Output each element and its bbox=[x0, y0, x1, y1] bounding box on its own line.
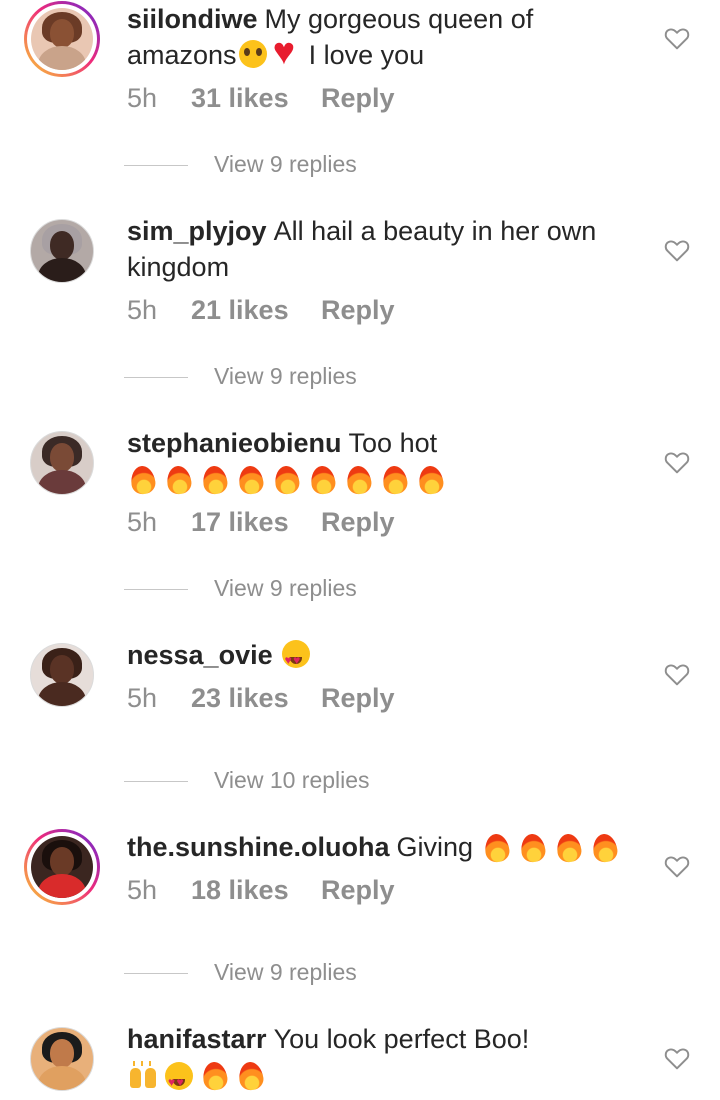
emoji-row bbox=[127, 463, 451, 499]
username[interactable]: sim_plyjoy bbox=[127, 216, 267, 246]
fire-icon bbox=[127, 464, 159, 496]
username[interactable]: nessa_ovie bbox=[127, 640, 273, 670]
heart-eyes-icon bbox=[163, 1060, 195, 1100]
comment-meta: 5h 18 likes Reply bbox=[127, 875, 395, 906]
timestamp: 5h bbox=[127, 83, 158, 113]
likes-count[interactable]: 18 likes bbox=[191, 875, 321, 906]
view-replies-label: View 9 replies bbox=[214, 959, 357, 985]
fire-icon bbox=[271, 464, 303, 496]
comment-body: Giving bbox=[396, 832, 474, 862]
likes-count[interactable]: 17 likes bbox=[191, 507, 321, 538]
fire-icon bbox=[307, 464, 339, 496]
comment-meta: 5h 21 likes Reply bbox=[127, 295, 395, 326]
fire-icon bbox=[199, 1060, 231, 1092]
heart-icon[interactable] bbox=[664, 238, 690, 262]
likes-count[interactable]: 21 likes bbox=[191, 295, 321, 326]
fire-icon bbox=[235, 464, 267, 496]
view-replies-button[interactable]: View 9 replies bbox=[124, 363, 357, 390]
comment-meta: 5h 31 likes Reply bbox=[127, 83, 395, 114]
comment-text: nessa_ovie bbox=[127, 637, 627, 678]
red-heart-icon bbox=[273, 32, 305, 72]
divider bbox=[124, 377, 188, 379]
comment-body-end: I love you bbox=[308, 40, 425, 70]
divider bbox=[124, 781, 188, 783]
timestamp: 5h bbox=[127, 875, 158, 905]
comment-body-cont: kingdom bbox=[127, 252, 230, 282]
comment-meta: 5h 23 likes Reply bbox=[127, 683, 395, 714]
comment-meta: 5h 17 likes Reply bbox=[127, 507, 395, 538]
divider bbox=[124, 589, 188, 591]
comment-body: You look perfect Boo! bbox=[273, 1024, 530, 1054]
heart-icon[interactable] bbox=[664, 450, 690, 474]
comment-text: siilondiweMy gorgeous queen of amazons I … bbox=[127, 1, 627, 73]
reply-button[interactable]: Reply bbox=[321, 875, 395, 906]
view-replies-button[interactable]: View 9 replies bbox=[124, 575, 357, 602]
username[interactable]: stephanieobienu bbox=[127, 428, 342, 458]
timestamp: 5h bbox=[127, 295, 158, 325]
heart-icon[interactable] bbox=[664, 854, 690, 878]
comment-text: the.sunshine.oluoha Giving bbox=[127, 829, 627, 867]
avatar[interactable] bbox=[24, 829, 100, 905]
view-replies-button[interactable]: View 10 replies bbox=[124, 767, 370, 794]
divider bbox=[124, 165, 188, 167]
comment-body: All hail a beauty in her own bbox=[273, 216, 597, 246]
fire-icon bbox=[589, 832, 621, 864]
raised-hands-icon bbox=[127, 1060, 159, 1092]
view-replies-label: View 9 replies bbox=[214, 575, 357, 601]
avatar[interactable] bbox=[24, 1021, 100, 1097]
reply-button[interactable]: Reply bbox=[321, 295, 395, 326]
heart-icon[interactable] bbox=[664, 26, 690, 50]
comment-text: hanifastarr You look perfect Boo! bbox=[127, 1021, 627, 1100]
fire-icon bbox=[199, 464, 231, 496]
fire-icon bbox=[343, 464, 375, 496]
username[interactable]: hanifastarr bbox=[127, 1024, 267, 1054]
avatar[interactable] bbox=[24, 637, 100, 713]
comment-body: My gorgeous queen of bbox=[264, 4, 534, 34]
fire-icon bbox=[415, 464, 447, 496]
reply-button[interactable]: Reply bbox=[321, 507, 395, 538]
fire-icon bbox=[553, 832, 585, 864]
emoji-row bbox=[127, 1059, 271, 1100]
divider bbox=[124, 973, 188, 975]
fire-icon bbox=[481, 832, 513, 864]
avatar[interactable] bbox=[24, 1, 100, 77]
fire-icon bbox=[163, 464, 195, 496]
fire-icon bbox=[517, 832, 549, 864]
comment-text: sim_plyjoy All hail a beauty in her own k… bbox=[127, 213, 627, 285]
reply-button[interactable]: Reply bbox=[321, 683, 395, 714]
timestamp: 5h bbox=[127, 683, 158, 713]
likes-count[interactable]: 31 likes bbox=[191, 83, 321, 114]
fire-icon bbox=[235, 1060, 267, 1092]
emoji-row bbox=[481, 831, 625, 867]
comment-body: Too hot bbox=[348, 428, 438, 458]
view-replies-label: View 9 replies bbox=[214, 363, 357, 389]
reply-button[interactable]: Reply bbox=[321, 83, 395, 114]
timestamp: 5h bbox=[127, 507, 158, 537]
avatar[interactable] bbox=[24, 425, 100, 501]
view-replies-label: View 10 replies bbox=[214, 767, 370, 793]
heart-icon[interactable] bbox=[664, 1046, 690, 1070]
comment-body-cont: amazons bbox=[127, 40, 237, 70]
view-replies-button[interactable]: View 9 replies bbox=[124, 959, 357, 986]
pleading-face-icon bbox=[237, 38, 269, 70]
view-replies-button[interactable]: View 9 replies bbox=[124, 151, 357, 178]
avatar[interactable] bbox=[24, 213, 100, 289]
comment-text: stephanieobienu Too hot bbox=[127, 425, 627, 499]
likes-count[interactable]: 23 likes bbox=[191, 683, 321, 714]
view-replies-label: View 9 replies bbox=[214, 151, 357, 177]
username[interactable]: the.sunshine.oluoha bbox=[127, 832, 390, 862]
heart-icon[interactable] bbox=[664, 662, 690, 686]
fire-icon bbox=[379, 464, 411, 496]
heart-eyes-icon bbox=[280, 638, 312, 678]
username[interactable]: siilondiwe bbox=[127, 4, 258, 34]
